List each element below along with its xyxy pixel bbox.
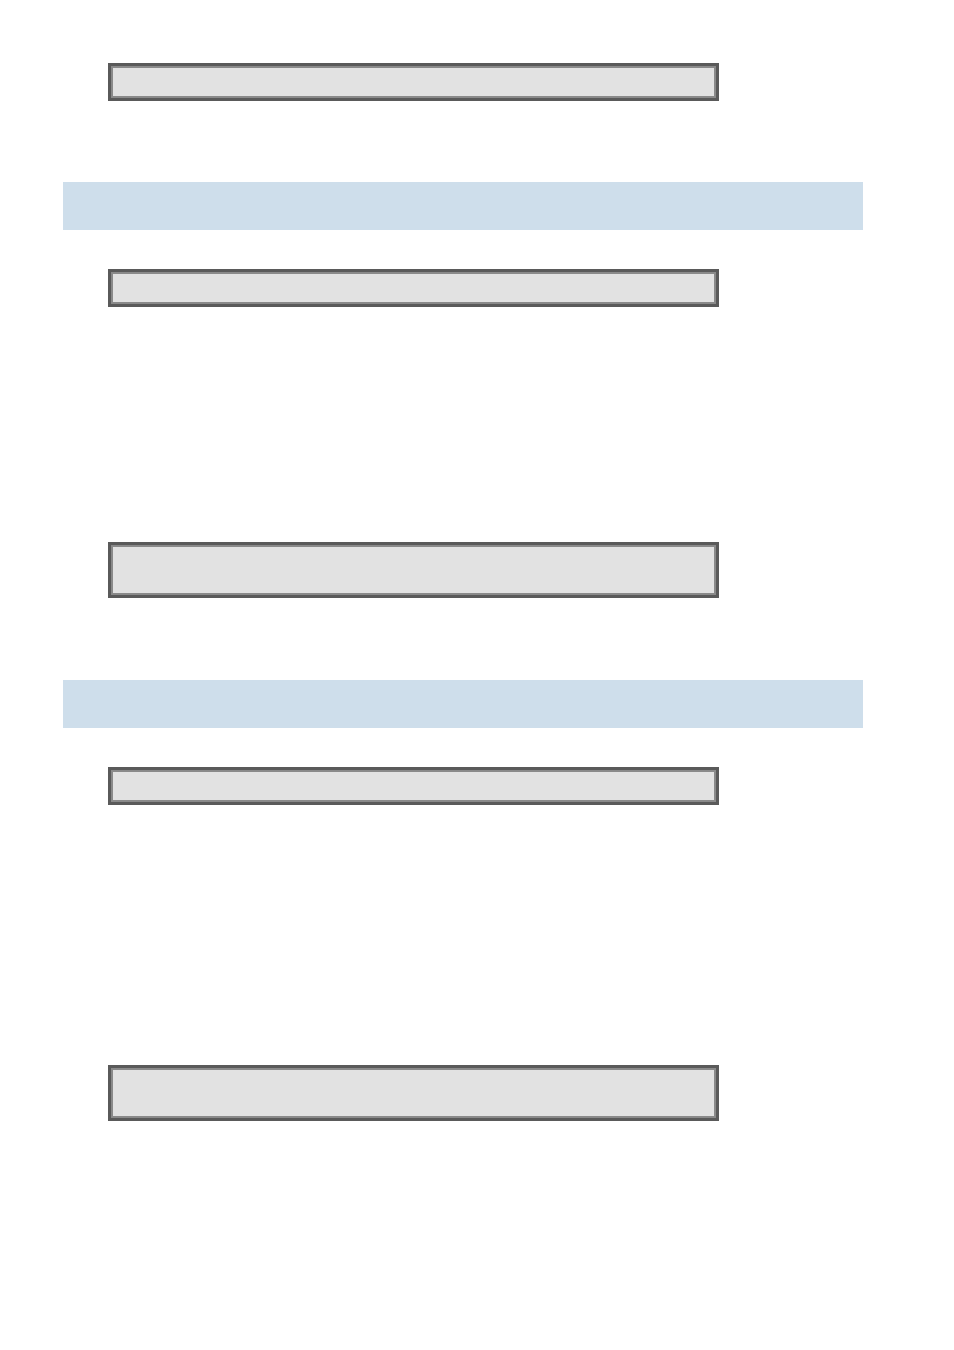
input-box-2[interactable]	[108, 269, 719, 307]
section-bar-1	[63, 182, 863, 230]
input-box-1[interactable]	[108, 63, 719, 101]
section-bar-2	[63, 680, 863, 728]
input-box-5[interactable]	[108, 1065, 719, 1121]
input-box-3[interactable]	[108, 542, 719, 598]
input-box-4[interactable]	[108, 767, 719, 805]
